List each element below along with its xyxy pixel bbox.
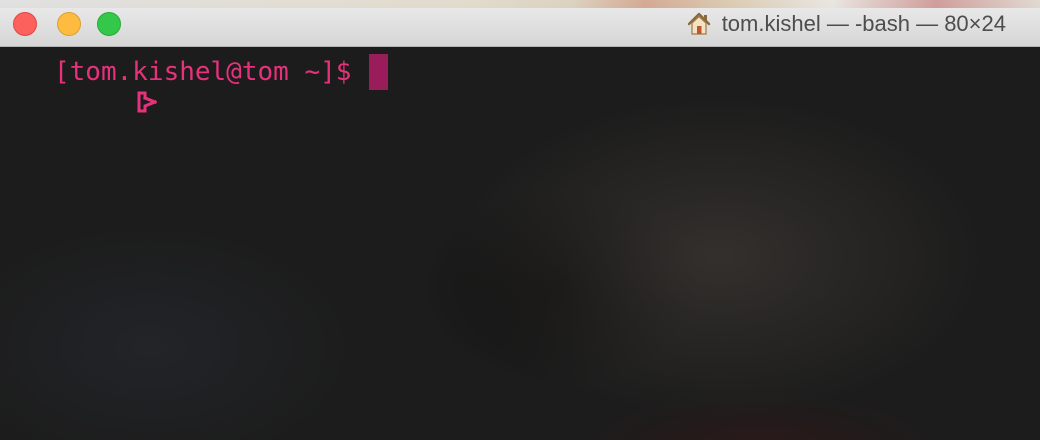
- text-cursor: [369, 54, 389, 90]
- window-title: tom.kishel — -bash — 80×24: [686, 10, 1006, 38]
- terminal-window: tom.kishel — -bash — 80×24 [tom.kishel@t…: [0, 0, 1040, 440]
- terminal-body[interactable]: [tom.kishel@tom ~]$: [0, 47, 1040, 440]
- minimize-button[interactable]: [57, 12, 81, 36]
- home-icon: [686, 11, 712, 37]
- title-bar-backdrop: [0, 0, 1040, 8]
- window-title-text: tom.kishel — -bash — 80×24: [721, 11, 1006, 36]
- prompt-text: [tom.kishel@tom ~]$: [54, 57, 352, 87]
- title-bar[interactable]: tom.kishel — -bash — 80×24: [0, 0, 1040, 47]
- close-button[interactable]: [13, 12, 37, 36]
- zoom-button[interactable]: [97, 12, 121, 36]
- prompt-line: [tom.kishel@tom ~]$: [10, 54, 389, 113]
- git-branch-icon: [10, 57, 158, 113]
